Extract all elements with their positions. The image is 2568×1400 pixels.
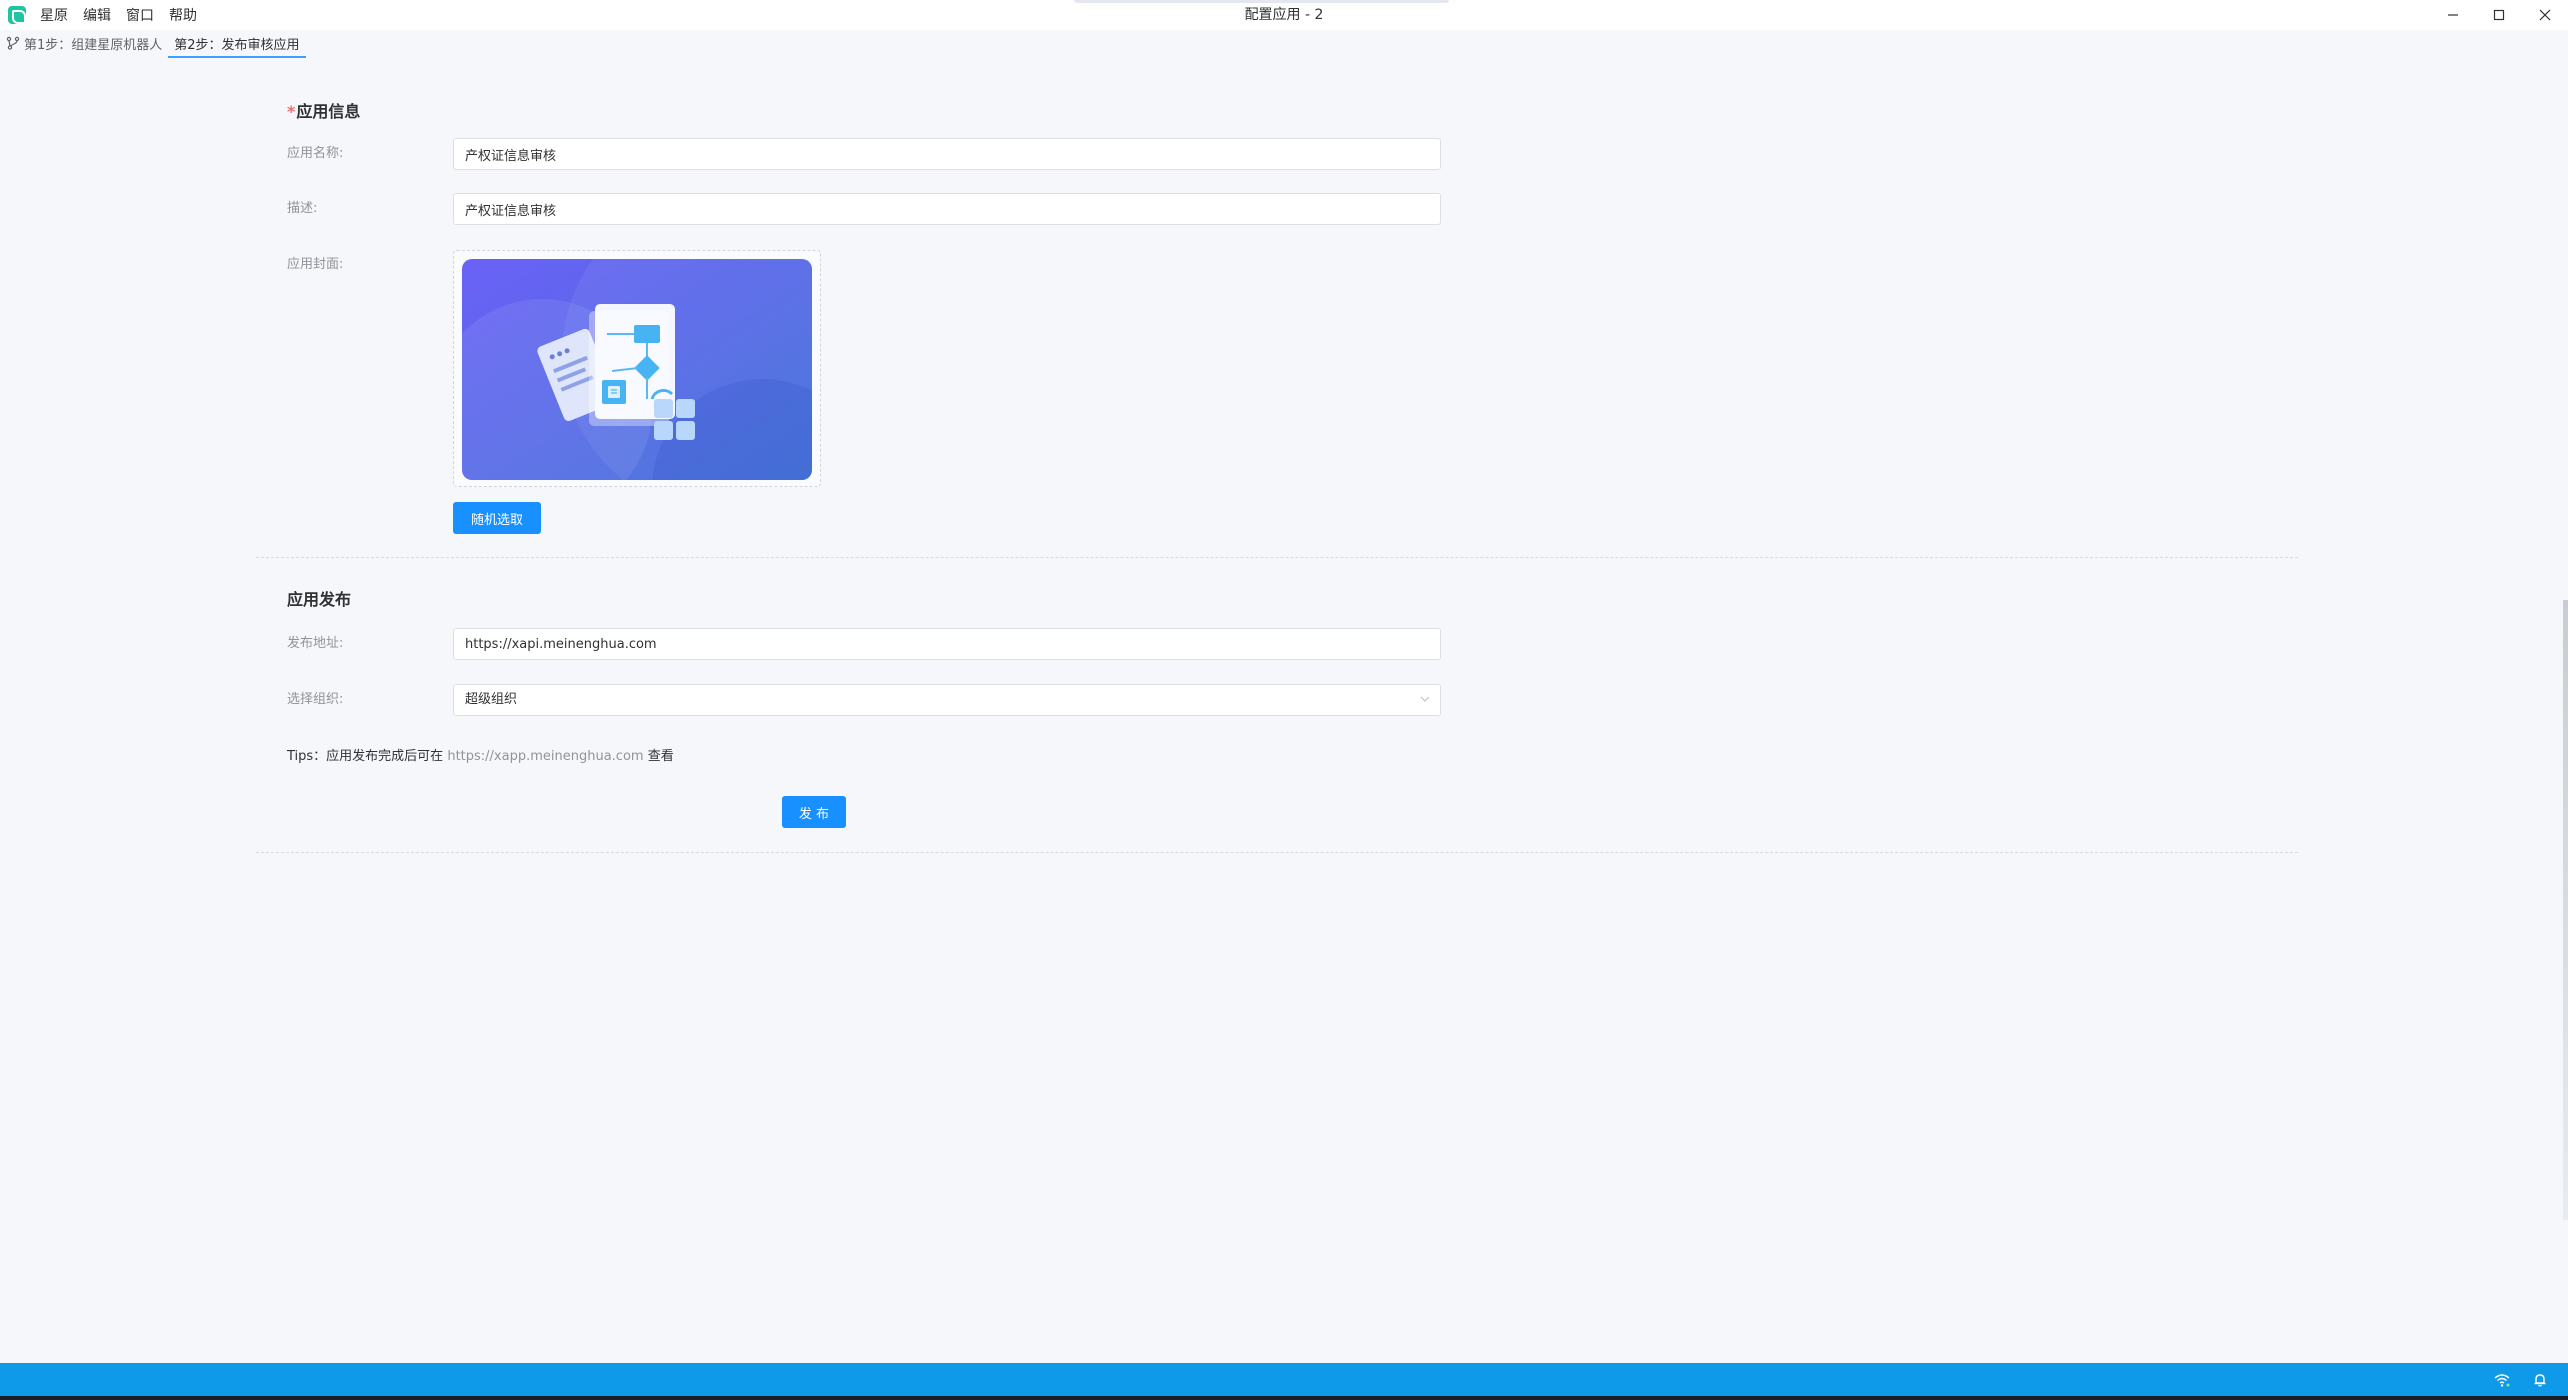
tab-step-1[interactable]: 第1步：组建星原机器人 (0, 30, 168, 58)
wifi-icon[interactable] (2494, 1372, 2510, 1388)
title-bar: 星原 编辑 窗口 帮助 配置应用 - 2 (0, 0, 2568, 30)
menu-bar: 星原 编辑 窗口 帮助 (40, 5, 212, 25)
tab-step-2[interactable]: 第2步：发布审核应用 (168, 30, 306, 58)
tips-link[interactable]: https://xapp.meinenghua.com (447, 749, 643, 764)
app-window: 星原 编辑 窗口 帮助 配置应用 - 2 第1步：组建星原机器人 第2步：发布审… (0, 0, 2568, 1400)
app-publish-title: 应用发布 (287, 590, 352, 609)
app-logo-icon (8, 6, 26, 24)
window-title: 配置应用 - 2 (1244, 7, 1324, 23)
menu-item-window[interactable]: 窗口 (126, 5, 154, 25)
app-cover-label: 应用封面: (287, 257, 344, 272)
tips-prefix: Tips：应用发布完成后可在 (287, 749, 444, 764)
app-info-title: *应用信息 (287, 98, 360, 122)
random-pick-button[interactable]: 随机选取 (453, 502, 541, 534)
minimize-icon (2448, 14, 2458, 16)
publish-button[interactable]: 发 布 (782, 796, 846, 828)
maximize-button[interactable] (2476, 0, 2522, 30)
bell-icon[interactable] (2532, 1372, 2548, 1388)
tips-suffix: 查看 (647, 749, 674, 764)
menu-item-xingyuan[interactable]: 星原 (40, 5, 68, 25)
step-tabs: 第1步：组建星原机器人 第2步：发布审核应用 (0, 30, 2568, 58)
status-bar-strip (0, 1363, 2568, 1396)
publish-tips: Tips：应用发布完成后可在 https://xapp.meinenghua.c… (287, 747, 674, 767)
menu-item-help[interactable]: 帮助 (169, 5, 197, 25)
window-edge (2563, 600, 2568, 1220)
title-drag-handle (1074, 0, 1449, 3)
app-name-label: 应用名称: (287, 146, 344, 161)
tab-step-2-label: 第2步：发布审核应用 (174, 37, 300, 53)
menu-item-edit[interactable]: 编辑 (83, 5, 111, 25)
app-name-input[interactable] (453, 138, 1441, 170)
org-select-value: 超级组织 (465, 692, 518, 707)
publish-address-label: 发布地址: (287, 636, 344, 651)
maximize-icon (2493, 9, 2505, 21)
minimize-button[interactable] (2430, 0, 2476, 30)
publish-address-input[interactable] (453, 628, 1441, 660)
app-desc-input[interactable] (453, 193, 1441, 225)
close-button[interactable] (2522, 0, 2568, 30)
window-controls (2430, 0, 2568, 30)
status-bar (0, 1363, 2568, 1400)
app-cover-image (462, 259, 812, 480)
org-select-label: 选择组织: (287, 692, 344, 707)
close-icon (2539, 9, 2551, 21)
tab-step-1-label: 第1步：组建星原机器人 (24, 37, 163, 53)
app-info-title-text: 应用信息 (296, 102, 361, 121)
branch-icon (6, 36, 20, 50)
chevron-down-icon (1420, 696, 1430, 702)
org-select[interactable]: 超级组织 (453, 684, 1441, 716)
app-cover-frame[interactable] (453, 250, 821, 487)
required-mark: * (287, 102, 296, 121)
section-divider-1 (256, 557, 2298, 558)
section-divider-2 (256, 852, 2298, 853)
app-desc-label: 描述: (287, 201, 318, 216)
